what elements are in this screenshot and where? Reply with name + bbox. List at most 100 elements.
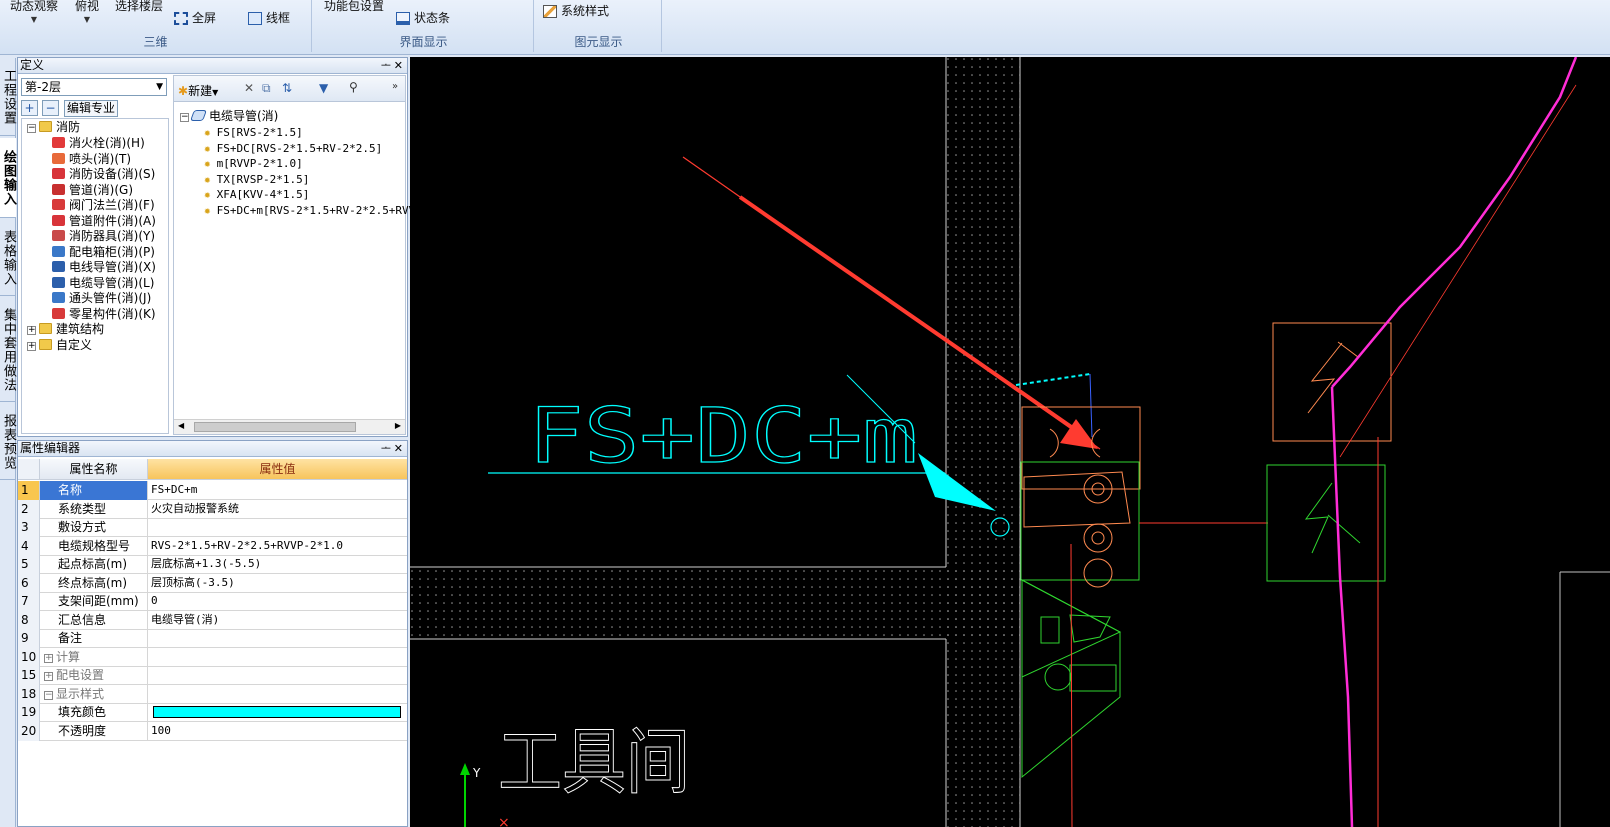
collapse-icon[interactable]: − [44, 690, 53, 700]
scroll-right-icon[interactable]: ▶ [395, 421, 401, 430]
property-value[interactable] [149, 685, 407, 704]
property-value[interactable] [149, 518, 407, 537]
definition-panel-title: 定义 ᅩ ✕ [18, 58, 407, 74]
component-item[interactable]: ✹ m[RVVP-2*1.0] [204, 156, 303, 171]
scrollbar-thumb[interactable] [194, 422, 356, 432]
property-row[interactable]: 2 系统类型 火灾自动报警系统 [18, 499, 407, 519]
tree-node-item[interactable]: 消防设备(消)(S) [52, 167, 155, 182]
wireframe-button[interactable]: 线框 [248, 9, 290, 26]
collapse-icon[interactable]: − [180, 113, 189, 122]
chevron-down-icon: ▼ [83, 15, 91, 24]
property-value[interactable]: 0 [149, 592, 407, 611]
expand-icon[interactable]: + [27, 342, 36, 351]
property-value[interactable]: RVS-2*1.5+RV-2*2.5+RVVP-2*1.0 [149, 537, 407, 556]
system-style-button[interactable]: 系统样式 [543, 2, 609, 19]
property-row[interactable]: 5 起点标高(m) 层底标高+1.3(-5.5) [18, 555, 407, 574]
scroll-left-icon[interactable]: ◀ [178, 421, 184, 430]
row-number: 20 [18, 721, 40, 741]
status-bar-button[interactable]: 状态条 [396, 9, 450, 26]
new-button[interactable]: ✱新建▼ [178, 82, 218, 99]
cad-drawing[interactable]: FS+DC+m 工具间 Y × [410, 57, 1610, 827]
tree-node-custom[interactable]: + 自定义 [27, 338, 92, 353]
property-value[interactable] [149, 648, 407, 667]
property-value[interactable]: 层顶标高(-3.5) [149, 574, 407, 593]
fill-color-swatch[interactable] [153, 706, 401, 718]
pin-icon[interactable]: ᅩ [381, 441, 391, 456]
property-row[interactable]: 10 + 计算 [18, 647, 407, 667]
component-item[interactable]: ✹ XFA[KVV-4*1.5] [204, 187, 309, 202]
tree-node-item[interactable]: 电缆导管(消)(L) [52, 276, 154, 291]
tree-node-fire[interactable]: − 消防 [27, 120, 80, 135]
property-row[interactable]: 7 支架间距(mm) 0 [18, 592, 407, 611]
tree-node-item[interactable]: 消火栓(消)(H) [52, 136, 145, 151]
tree-node-item[interactable]: 通头管件(消)(J) [52, 291, 151, 306]
property-row[interactable]: 19 填充颜色 [18, 703, 407, 722]
copy-icon[interactable]: ⧉ [262, 81, 271, 96]
tree-node-item[interactable]: 电线导管(消)(X) [52, 260, 156, 275]
property-row[interactable]: 3 敷设方式 [18, 518, 407, 537]
component-item[interactable]: ✹ TX[RVSP-2*1.5] [204, 172, 309, 187]
close-icon[interactable]: ✕ [394, 58, 403, 73]
tree-node-item[interactable]: 管道附件(消)(A) [52, 214, 156, 229]
property-row[interactable]: 18− 显示样式 [18, 684, 407, 704]
property-value[interactable]: 层底标高+1.3(-5.5) [149, 555, 407, 574]
top-view-button[interactable]: 俯视 ▼ [75, 0, 99, 24]
property-row[interactable]: 1 名称 FS+DC+m [18, 481, 407, 500]
more-icon[interactable]: » [392, 81, 398, 92]
property-value[interactable]: 100 [149, 722, 407, 741]
property-value[interactable]: 电缆导管(消) [149, 611, 407, 630]
collapse-icon[interactable]: − [27, 124, 36, 133]
component-item[interactable]: ✹ FS+DC[RVS-2*1.5+RV-2*2.5] [204, 141, 382, 156]
component-toolbar: ✱新建▼ ✕ ⧉ ⇅ ▼ ⚲ » [174, 76, 405, 102]
component-type-icon [52, 152, 65, 164]
property-row[interactable]: 6 终点标高(m) 层顶标高(-3.5) [18, 573, 407, 593]
package-settings-button[interactable]: 功能包设置 [324, 0, 384, 14]
expand-icon[interactable]: + [44, 653, 53, 663]
collapse-all-icon[interactable]: − [42, 100, 59, 116]
delete-icon[interactable]: ✕ [244, 81, 254, 95]
property-value[interactable]: FS+DC+m [149, 481, 407, 500]
property-row[interactable]: 20 不透明度 100 [18, 721, 407, 741]
floor-select[interactable]: 第-2层 ▼ [21, 78, 167, 96]
expand-icon[interactable]: + [27, 326, 36, 335]
expand-icon[interactable]: + [44, 672, 53, 681]
property-value[interactable] [149, 666, 407, 685]
drawing-canvas[interactable]: FS+DC+m 工具间 Y × [410, 57, 1610, 827]
orbit-button[interactable]: 动态观察 ▼ [10, 0, 58, 24]
tree-node-item[interactable]: 零星构件(消)(K) [52, 307, 156, 322]
definition-panel: 定义 ᅩ ✕ 第-2层 ▼ + − 编辑专业 − 消防 消火栓(消)(H) 喷头(消… [17, 57, 422, 437]
tree-node-item[interactable]: 阀门法兰(消)(F) [52, 198, 155, 213]
tab-table-input[interactable]: 表格输入 [0, 220, 16, 296]
horizontal-scrollbar[interactable]: ◀ ▶ [174, 419, 405, 434]
find-icon[interactable]: ⚲ [349, 80, 358, 94]
tab-apply-methods[interactable]: 集中套用做法 [0, 298, 16, 402]
pin-icon[interactable]: ᅩ [381, 58, 391, 73]
property-name: 终点标高(m) [40, 573, 148, 593]
tree-node-item[interactable]: 配电箱柜(消)(P) [52, 245, 155, 260]
filter-icon[interactable]: ▼ [319, 81, 328, 95]
tree-node-item[interactable]: 喷头(消)(T) [52, 152, 131, 167]
property-row[interactable]: 8 汇总信息 电缆导管(消) [18, 610, 407, 630]
property-value[interactable] [149, 629, 407, 648]
sort-icon[interactable]: ⇅ [282, 81, 292, 95]
tree-node-structure[interactable]: + 建筑结构 [27, 322, 104, 337]
close-icon[interactable]: ✕ [394, 441, 403, 456]
tab-report-preview[interactable]: 报表预览 [0, 404, 16, 480]
tab-drawing-input[interactable]: 绘图输入 [0, 138, 16, 218]
property-row[interactable]: 9 备注 [18, 629, 407, 648]
fullscreen-button[interactable]: 全屏 [174, 9, 216, 26]
select-floor-button[interactable]: 选择楼层 [115, 0, 163, 14]
property-row[interactable]: 4 电缆规格型号 RVS-2*1.5+RV-2*2.5+RVVP-2*1.0 [18, 536, 407, 556]
property-value[interactable] [149, 703, 407, 722]
component-item[interactable]: ✹ FS+DC+m[RVS-2*1.5+RV-2*2.5+RVVP [204, 203, 422, 218]
component-item[interactable]: ✹ FS[RVS-2*1.5] [204, 125, 303, 140]
expand-all-icon[interactable]: + [21, 100, 38, 116]
edit-specialty-button[interactable]: 编辑专业 [64, 100, 118, 117]
property-value[interactable]: 火灾自动报警系统 [149, 500, 407, 519]
component-root[interactable]: − 电缆导管(消) [180, 109, 278, 124]
tree-node-item[interactable]: 消防器具(消)(Y) [52, 229, 155, 244]
tab-project-settings[interactable]: 工程设置 [0, 58, 16, 136]
tree-node-item[interactable]: 管道(消)(G) [52, 183, 133, 198]
new-icon: ✱ [178, 84, 189, 98]
property-row[interactable]: 15 + 配电设置 [18, 666, 407, 685]
